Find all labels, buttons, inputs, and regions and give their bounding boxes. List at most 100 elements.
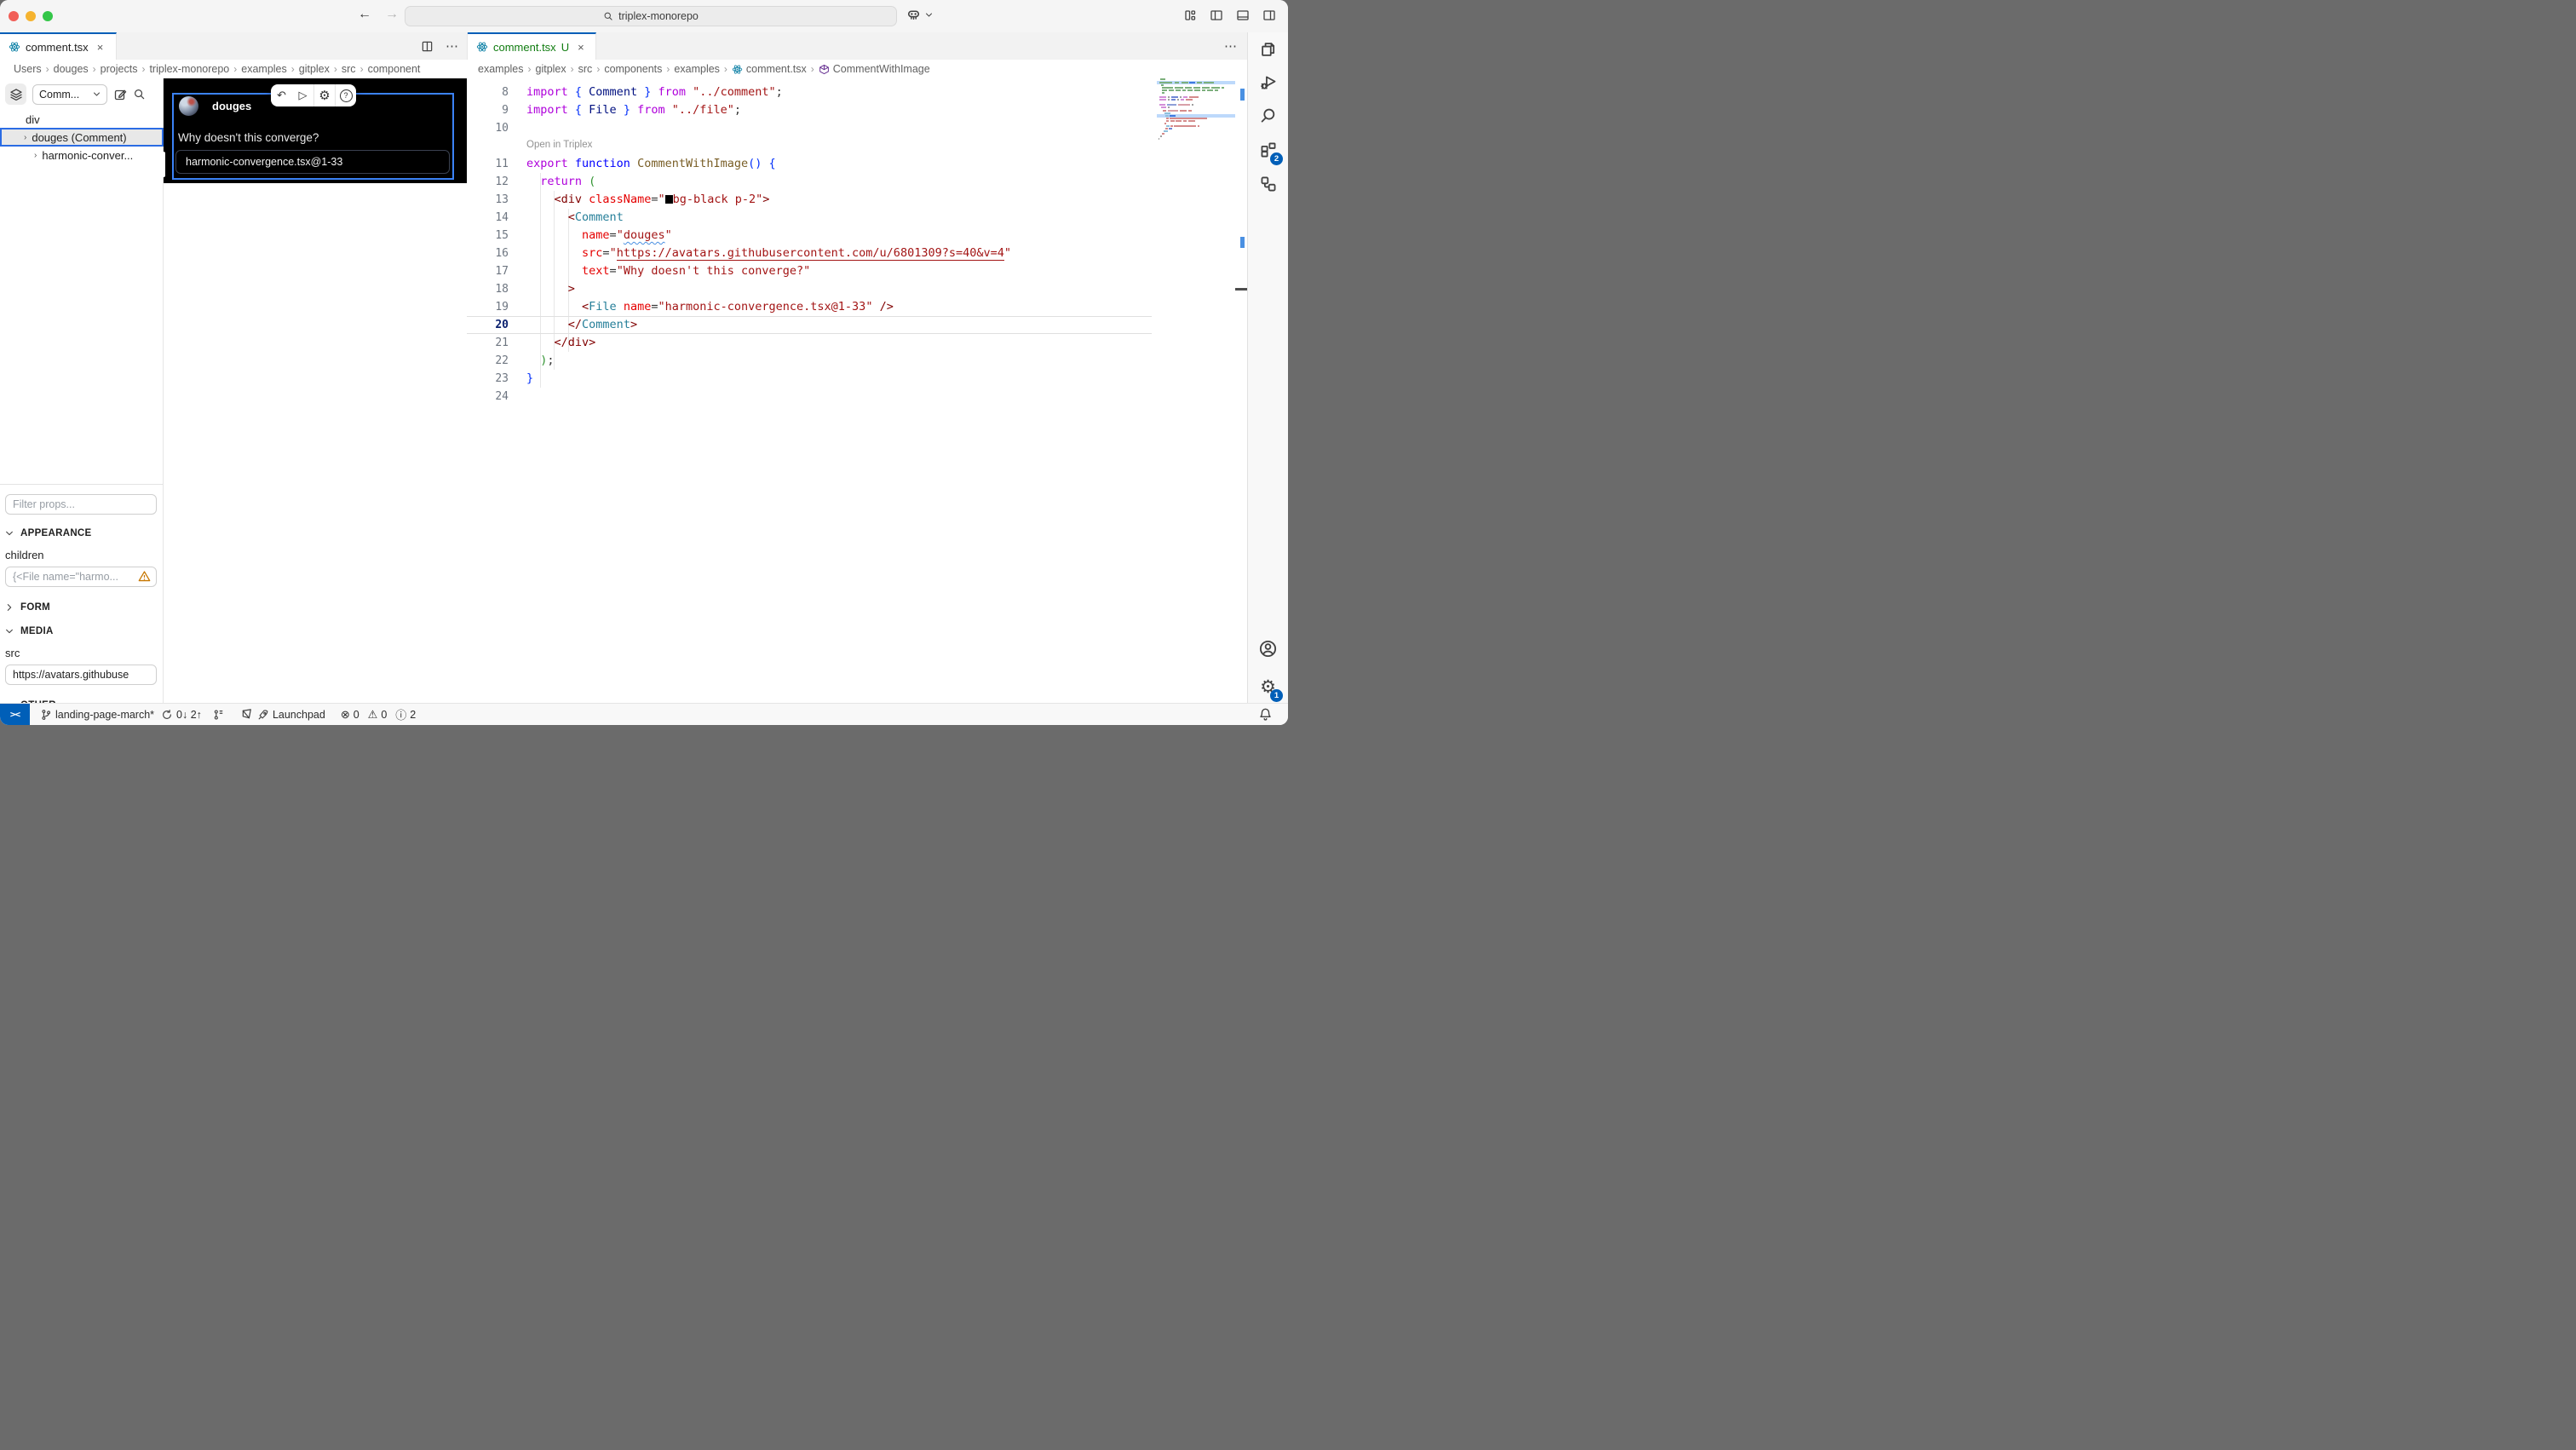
section-form[interactable]: FORM xyxy=(5,602,157,613)
breadcrumb-item[interactable]: src xyxy=(342,63,356,75)
customize-layout-icon[interactable] xyxy=(1183,9,1197,22)
component-selector[interactable]: Comm... xyxy=(32,83,107,105)
breadcrumb-item[interactable]: Users xyxy=(14,63,42,75)
breadcrumb-item[interactable]: gitplex xyxy=(536,63,566,75)
section-media[interactable]: MEDIA xyxy=(5,626,157,636)
breadcrumb-item[interactable]: douges xyxy=(54,63,89,75)
breadcrumb-item[interactable]: triplex-monorepo xyxy=(149,63,229,75)
play-button[interactable]: ▷ xyxy=(292,84,313,106)
toggle-primary-sidebar-icon[interactable] xyxy=(1210,9,1223,22)
account-icon xyxy=(1259,640,1277,657)
tree-item-harmonic-conver-[interactable]: › harmonic-conver... xyxy=(0,147,164,164)
tree-item-douges-comment-[interactable]: › douges (Comment) xyxy=(0,128,164,147)
history-forward-button[interactable]: → xyxy=(385,7,399,22)
codelens-open-in-triplex[interactable]: Open in Triplex xyxy=(509,137,592,155)
breadcrumb-separator: › xyxy=(596,63,601,75)
close-tab-icon[interactable]: × xyxy=(578,41,584,54)
activitybar-settings[interactable]: ⚙ 1 xyxy=(1248,670,1288,704)
layers-button[interactable] xyxy=(5,83,26,105)
breadcrumb-symbol[interactable]: CommentWithImage xyxy=(819,63,930,75)
breadcrumb-right[interactable]: examples › gitplex › src › components › examples… xyxy=(468,60,1257,78)
scene-canvas[interactable]: douges Why doesn't this converge? harmon… xyxy=(162,78,467,703)
split-editor-icon[interactable] xyxy=(421,40,434,53)
chevron-right-icon[interactable]: › xyxy=(34,151,37,160)
codelens-row: Open in Triplex xyxy=(467,137,1152,155)
breadcrumb-item[interactable]: examples xyxy=(674,63,720,75)
source-control-graph-item[interactable] xyxy=(212,709,224,721)
error-icon: ⊗ xyxy=(340,707,350,721)
line-number xyxy=(467,137,509,155)
problems-item[interactable]: ⊗ 0 ⚠ 0 ⓘ 2 xyxy=(341,706,416,722)
minimap-segment xyxy=(1202,89,1205,92)
undo-button[interactable]: ↶ xyxy=(271,84,292,106)
debug-icon xyxy=(1260,76,1275,89)
chevron-down-icon xyxy=(6,531,13,536)
search-icon xyxy=(604,12,612,20)
breadcrumb-left[interactable]: Users › douges › projects › triplex-monorepo › e… xyxy=(0,60,480,78)
tree-item-div[interactable]: div xyxy=(0,111,164,128)
activitybar-account[interactable] xyxy=(1248,631,1288,665)
warning-icon: ⚠ xyxy=(367,707,378,721)
activitybar-search[interactable] xyxy=(1248,99,1288,133)
breadcrumb-item[interactable]: components xyxy=(604,63,662,75)
minimap[interactable] xyxy=(1157,78,1247,232)
minimap-segment xyxy=(1159,82,1172,84)
panel-resize-handle[interactable] xyxy=(162,152,165,177)
rendered-component-root[interactable]: douges Why doesn't this converge? harmon… xyxy=(162,78,467,183)
help-button[interactable]: ? xyxy=(335,84,356,106)
breadcrumb-separator: › xyxy=(333,63,337,75)
code-editor[interactable]: 8 import { Comment } from "../comment"; 9 i… xyxy=(467,78,1247,703)
search-icon[interactable] xyxy=(133,88,146,101)
new-file-edit-icon[interactable] xyxy=(113,88,127,101)
history-back-button[interactable]: ← xyxy=(358,7,371,22)
close-tab-icon[interactable]: × xyxy=(97,41,104,54)
git-branch-icon xyxy=(42,709,51,720)
settings-button[interactable]: ⚙ xyxy=(313,84,335,106)
section-appearance[interactable]: APPEARANCE xyxy=(5,528,157,538)
zoom-window-button[interactable] xyxy=(43,11,53,21)
minimize-window-button[interactable] xyxy=(26,11,36,21)
window-controls[interactable] xyxy=(9,11,60,24)
launchpad-item[interactable]: Launchpad xyxy=(241,708,325,721)
breadcrumb-item[interactable]: examples xyxy=(241,63,287,75)
chevron-right-icon[interactable]: › xyxy=(24,133,26,142)
more-actions-icon[interactable]: ⋯ xyxy=(1224,38,1237,54)
breadcrumb-item[interactable]: projects xyxy=(101,63,138,75)
breadcrumb-item[interactable]: gitplex xyxy=(299,63,330,75)
git-branch-item[interactable]: landing-page-march* xyxy=(40,709,154,721)
line-number: 24 xyxy=(495,390,509,403)
remote-indicator[interactable]: >< xyxy=(0,703,30,725)
activitybar-run-debug[interactable] xyxy=(1248,66,1288,100)
breadcrumb-item[interactable]: examples xyxy=(478,63,524,75)
git-sync-item[interactable]: 0↓ 2↑ xyxy=(161,709,202,721)
command-center-search[interactable]: triplex-monorepo xyxy=(405,6,897,26)
minimap-segment xyxy=(1189,96,1199,99)
close-window-button[interactable] xyxy=(9,11,19,21)
activitybar-references[interactable] xyxy=(1248,167,1288,201)
filter-props-input[interactable] xyxy=(5,494,157,515)
children-input[interactable] xyxy=(5,567,157,587)
help-icon: ? xyxy=(339,89,353,102)
breadcrumb-item[interactable]: component xyxy=(368,63,421,75)
line-number: 11 xyxy=(495,158,509,170)
more-actions-icon[interactable]: ⋯ xyxy=(446,38,458,54)
toggle-panel-icon[interactable] xyxy=(1236,9,1250,22)
minimap-segment xyxy=(1177,99,1179,101)
notifications-bell[interactable] xyxy=(1258,707,1273,722)
chevron-down-icon xyxy=(926,13,932,17)
tab-comment-tsx-left[interactable]: comment.tsx × xyxy=(0,32,117,60)
src-input[interactable] xyxy=(5,665,157,685)
minimap-segment xyxy=(1198,125,1199,128)
activitybar-extensions[interactable]: 2 xyxy=(1248,133,1288,167)
tab-comment-tsx-right[interactable]: comment.tsx U × xyxy=(468,32,596,60)
breadcrumb-file[interactable]: comment.tsx xyxy=(732,63,807,75)
info-icon: ⓘ xyxy=(395,709,407,722)
code-line: 19 <File name="harmonic-convergence.tsx@… xyxy=(467,298,1152,316)
copilot-menu[interactable] xyxy=(906,8,933,22)
activitybar-explorer[interactable] xyxy=(1248,32,1288,66)
minimap-segment xyxy=(1176,120,1182,123)
minimap-segment xyxy=(1162,133,1164,135)
breadcrumb-item[interactable]: src xyxy=(578,63,593,75)
react-file-icon xyxy=(9,42,20,52)
toggle-secondary-sidebar-icon[interactable] xyxy=(1262,9,1276,22)
